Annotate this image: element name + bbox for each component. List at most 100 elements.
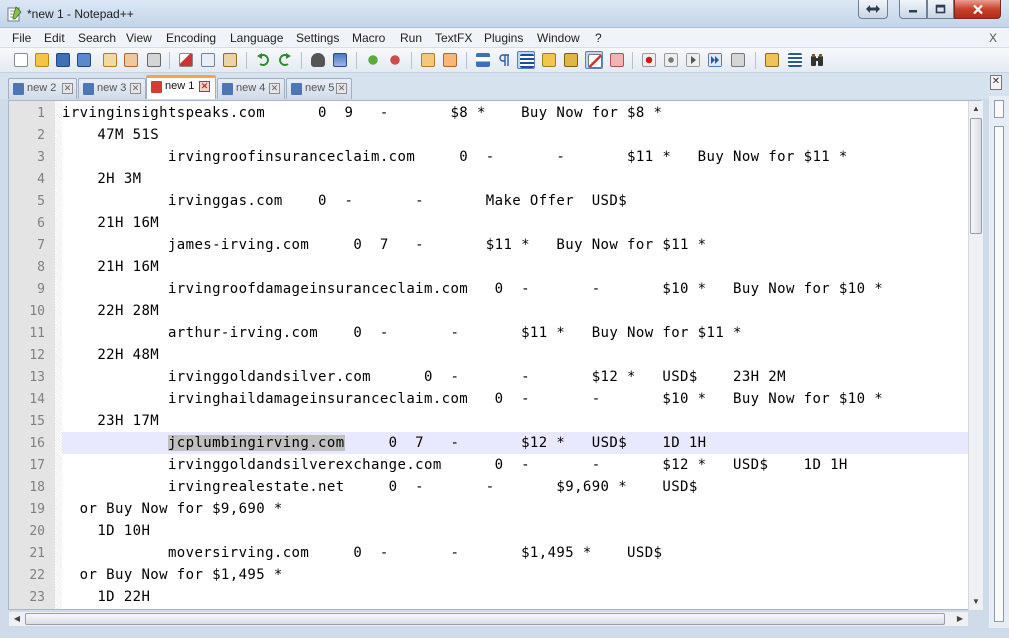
line-content[interactable]: irvinggoldandsilverexchange.com 0 - - $1…: [62, 454, 980, 476]
scroll-left-arrow-icon[interactable]: ◀: [10, 612, 24, 626]
editor-line[interactable]: 20 1D 10H: [9, 520, 980, 542]
horizontal-scrollbar[interactable]: ◀ ▶: [9, 611, 968, 626]
function-list-button[interactable]: [585, 51, 603, 69]
panel-splitter-handle[interactable]: [994, 100, 1004, 118]
scroll-down-arrow-icon[interactable]: ▼: [969, 595, 983, 609]
close-document-menu-button[interactable]: X: [989, 31, 997, 45]
save-all-button[interactable]: [75, 51, 93, 69]
line-content[interactable]: irvinggas.com 0 - - Make Offer USD$: [62, 190, 980, 212]
horizontal-scroll-thumb[interactable]: [25, 613, 945, 625]
sync-horizontal-scroll-button[interactable]: [441, 51, 459, 69]
editor-line[interactable]: 4 2H 3M: [9, 168, 980, 190]
editor-line[interactable]: 13 irvinggoldandsilver.com 0 - - $12 * U…: [9, 366, 980, 388]
launch-in-browser-button[interactable]: [763, 51, 781, 69]
menu-macro[interactable]: Macro: [352, 31, 385, 45]
text-editor[interactable]: 1 irvinginsightspeaks.com 0 9 - $8 * Buy …: [8, 100, 981, 610]
close-tab-button[interactable]: ✕: [269, 83, 280, 94]
line-content[interactable]: irvinghaildamageinsuranceclaim.com 0 - -…: [62, 388, 980, 410]
tab-new-2[interactable]: new 2 ✕: [8, 78, 77, 99]
line-content[interactable]: 1D 10H: [62, 520, 980, 542]
vertical-scrollbar[interactable]: ▲ ▼: [968, 101, 983, 610]
save-macro-button[interactable]: [729, 51, 747, 69]
find-button[interactable]: [309, 51, 327, 69]
line-content[interactable]: 2H 3M: [62, 168, 980, 190]
stop-recording-button[interactable]: [662, 51, 680, 69]
line-content[interactable]: 22H 48M: [62, 344, 980, 366]
user-defined-language-button[interactable]: [540, 51, 558, 69]
menu-run[interactable]: Run: [400, 31, 422, 45]
sync-vertical-scroll-button[interactable]: [419, 51, 437, 69]
menu-language[interactable]: Language: [230, 31, 283, 45]
tab-new-5[interactable]: new 5 ✕: [286, 78, 352, 99]
line-content[interactable]: 21H 16M: [62, 256, 980, 278]
line-content[interactable]: irvinginsightspeaks.com 0 9 - $8 * Buy N…: [62, 102, 980, 124]
maximize-button[interactable]: [927, 0, 954, 19]
editor-line[interactable]: 11 arthur-irving.com 0 - - $11 * Buy Now…: [9, 322, 980, 344]
restore-down-button[interactable]: [858, 0, 888, 19]
cut-button[interactable]: [177, 51, 195, 69]
close-tab-button[interactable]: ✕: [199, 81, 210, 92]
close-tab-button[interactable]: ✕: [62, 83, 73, 94]
line-content[interactable]: 23H 17M: [62, 410, 980, 432]
close-all-button[interactable]: [122, 51, 140, 69]
line-content[interactable]: 22H 28M: [62, 300, 980, 322]
editor-line[interactable]: 18 irvingrealestate.net 0 - - $9,690 * U…: [9, 476, 980, 498]
editor-line[interactable]: 10 22H 28M: [9, 300, 980, 322]
find-binoculars-button[interactable]: [808, 51, 826, 69]
editor-line[interactable]: 1 irvinginsightspeaks.com 0 9 - $8 * Buy …: [9, 102, 980, 124]
plugin-button[interactable]: [786, 51, 804, 69]
editor-line[interactable]: 22 or Buy Now for $1,495 *: [9, 564, 980, 586]
start-recording-button[interactable]: [640, 51, 658, 69]
scroll-up-arrow-icon[interactable]: ▲: [969, 102, 983, 116]
line-content[interactable]: 47M 51S: [62, 124, 980, 146]
editor-line[interactable]: 17 irvinggoldandsilverexchange.com 0 - -…: [9, 454, 980, 476]
line-content[interactable]: irvingrealestate.net 0 - - $9,690 * USD$: [62, 476, 980, 498]
editor-line[interactable]: 3 irvingroofinsuranceclaim.com 0 - - $11…: [9, 146, 980, 168]
save-button[interactable]: [54, 51, 72, 69]
run-macro-multiple-times-button[interactable]: [706, 51, 724, 69]
editor-line[interactable]: 6 21H 16M: [9, 212, 980, 234]
folder-workspace-button[interactable]: [608, 51, 626, 69]
editor-line[interactable]: 21 moversirving.com 0 - - $1,495 * USD$: [9, 542, 980, 564]
panel-document-map[interactable]: [994, 126, 1004, 622]
editor-line[interactable]: 15 23H 17M: [9, 410, 980, 432]
line-content[interactable]: arthur-irving.com 0 - - $11 * Buy Now fo…: [62, 322, 980, 344]
line-content[interactable]: james-irving.com 0 7 - $11 * Buy Now for…: [62, 234, 980, 256]
tab-new-4[interactable]: new 4 ✕: [217, 78, 285, 99]
line-content[interactable]: jcplumbingirving.com 0 7 - $12 * USD$ 1D…: [62, 432, 980, 454]
scroll-right-arrow-icon[interactable]: ▶: [953, 612, 967, 626]
vertical-scroll-thumb[interactable]: [970, 118, 982, 234]
zoom-out-button[interactable]: [386, 51, 404, 69]
minimize-button[interactable]: [899, 0, 927, 19]
redo-button[interactable]: [276, 51, 294, 69]
editor-line[interactable]: 19 or Buy Now for $9,690 *: [9, 498, 980, 520]
menu-file[interactable]: File: [12, 31, 31, 45]
show-all-characters-button[interactable]: [495, 51, 513, 69]
new-file-button[interactable]: [12, 51, 30, 69]
line-content[interactable]: irvinggoldandsilver.com 0 - - $12 * USD$…: [62, 366, 980, 388]
undo-button[interactable]: [254, 51, 272, 69]
open-file-button[interactable]: [33, 51, 51, 69]
editor-line[interactable]: 9 irvingroofdamageinsuranceclaim.com 0 -…: [9, 278, 980, 300]
close-panel-button[interactable]: ✕: [990, 75, 1002, 90]
editor-line[interactable]: 5 irvinggas.com 0 - - Make Offer USD$: [9, 190, 980, 212]
menu-help[interactable]: ?: [595, 31, 602, 45]
line-content[interactable]: irvingroofinsuranceclaim.com 0 - - $11 *…: [62, 146, 980, 168]
menu-window[interactable]: Window: [537, 31, 580, 45]
tab-new-3[interactable]: new 3 ✕: [78, 78, 146, 99]
editor-line[interactable]: 7 james-irving.com 0 7 - $11 * Buy Now f…: [9, 234, 980, 256]
menu-view[interactable]: View: [126, 31, 152, 45]
close-tab-button[interactable]: ✕: [130, 83, 141, 94]
tab-new-1[interactable]: new 1 ✕: [146, 75, 216, 99]
menu-encoding[interactable]: Encoding: [166, 31, 216, 45]
close-window-button[interactable]: [954, 0, 1001, 19]
editor-line[interactable]: 23 1D 22H: [9, 586, 980, 608]
line-content[interactable]: 21H 16M: [62, 212, 980, 234]
document-map-button[interactable]: [562, 51, 580, 69]
line-content[interactable]: irvingroofdamageinsuranceclaim.com 0 - -…: [62, 278, 980, 300]
playback-button[interactable]: [684, 51, 702, 69]
menu-edit[interactable]: Edit: [44, 31, 65, 45]
line-content[interactable]: or Buy Now for $1,495 *: [62, 564, 980, 586]
indent-guide-button[interactable]: [517, 51, 535, 69]
editor-line[interactable]: 8 21H 16M: [9, 256, 980, 278]
